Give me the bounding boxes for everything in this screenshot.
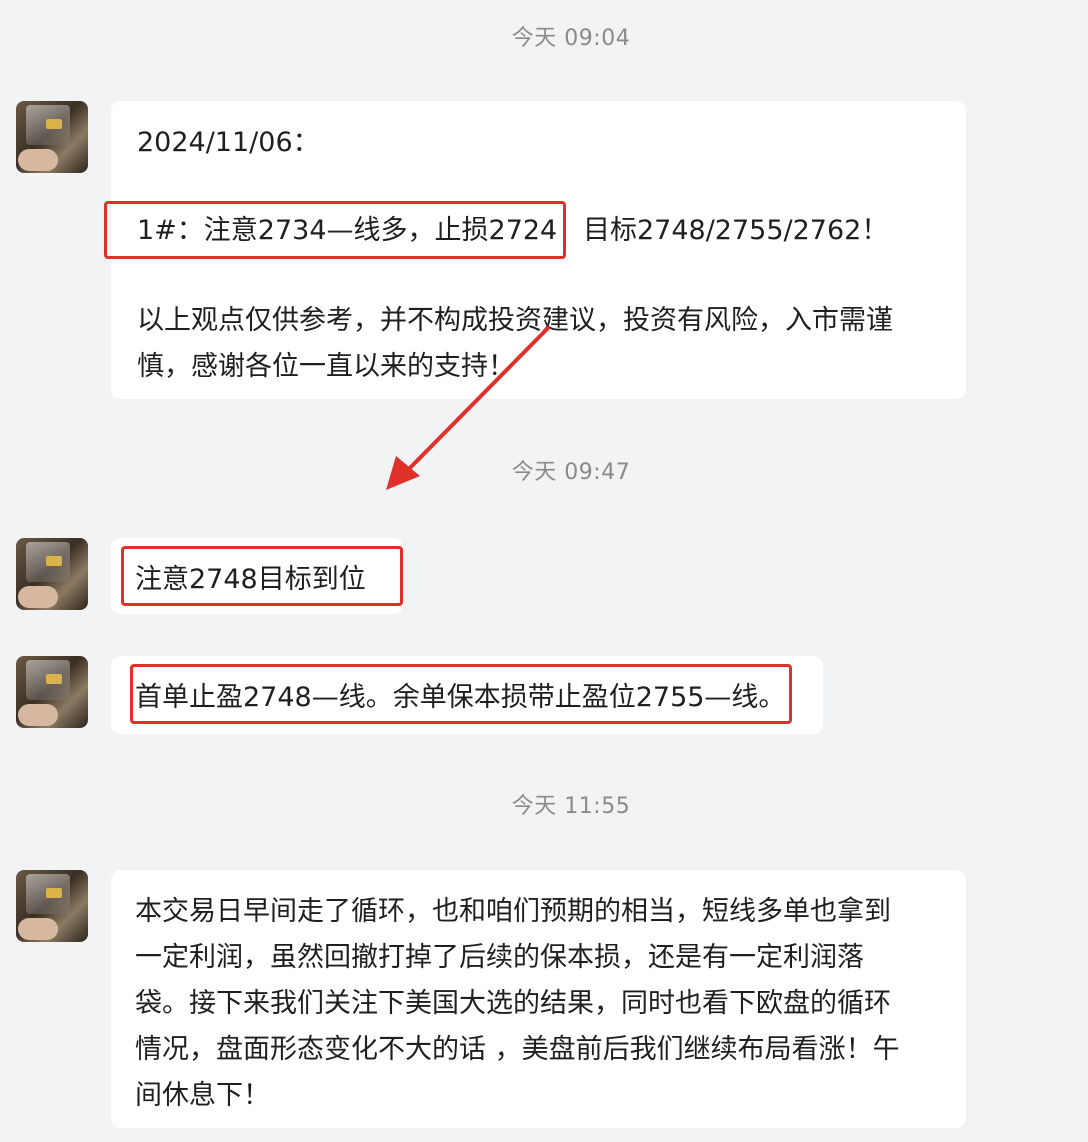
sender-avatar[interactable] — [16, 870, 88, 942]
highlight-box-take-profit — [130, 664, 792, 724]
highlight-box-target — [121, 546, 403, 606]
message-summary-line-2: 一定利润，虽然回撤打掉了后续的保本损，还是有一定利润落 — [135, 942, 864, 973]
sender-avatar[interactable] — [16, 656, 88, 728]
message-summary-line-4: 情况，盘面形态变化不大的话 ，美盘前后我们继续布局看涨！午 — [135, 1034, 900, 1065]
message-summary-line-5: 间休息下！ — [135, 1080, 270, 1111]
message-bubble-4[interactable]: 本交易日早间走了循环，也和咱们预期的相当，短线多单也拿到 一定利润，虽然回撤打掉… — [111, 870, 966, 1128]
sender-avatar[interactable] — [16, 538, 88, 610]
message-summary-line-1: 本交易日早间走了循环，也和咱们预期的相当，短线多单也拿到 — [135, 896, 891, 927]
timestamp-3: 今天 11:55 — [511, 794, 631, 819]
timestamp-2: 今天 09:47 — [511, 460, 631, 485]
message-summary-line-3: 袋。接下来我们关注下美国大选的结果，同时也看下欧盘的循环 — [135, 988, 891, 1019]
